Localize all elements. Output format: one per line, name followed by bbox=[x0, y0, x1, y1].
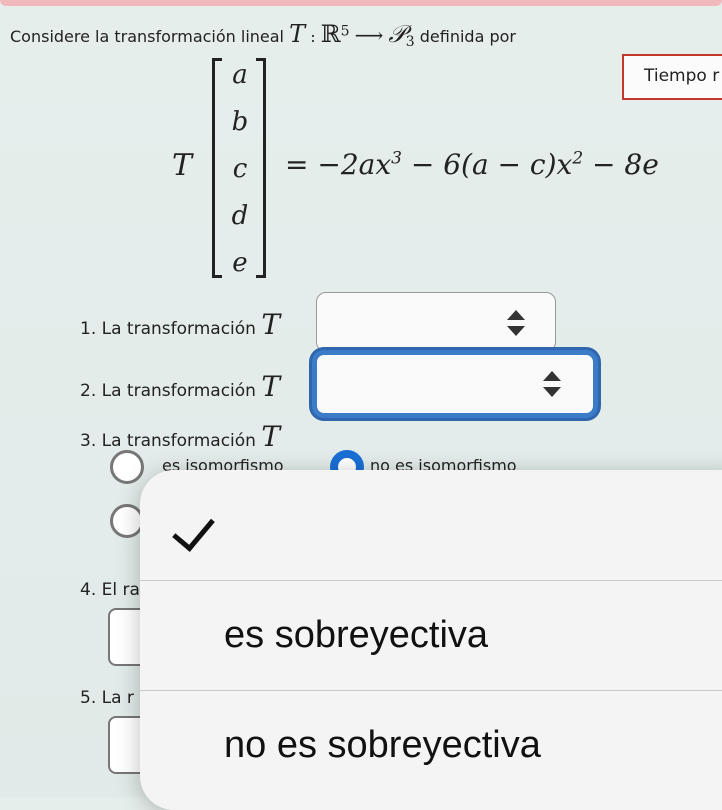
dropdown-menu: es sobreyectiva no es sobreyectiva bbox=[140, 470, 722, 810]
intro-domain-exp: 5 bbox=[340, 23, 350, 40]
matrix-entry-e: e bbox=[232, 248, 248, 278]
formula-part-3: − 8e bbox=[583, 148, 659, 181]
formula-part-2: − 6(a − c)x bbox=[401, 148, 573, 181]
radio-option[interactable] bbox=[110, 504, 144, 538]
question-5: 5. La r bbox=[80, 688, 134, 708]
matrix-T: T bbox=[172, 148, 193, 183]
question-3-number: 3. bbox=[80, 431, 97, 451]
question-4-text: El ra bbox=[101, 580, 140, 600]
question-5-text: La r bbox=[101, 688, 134, 708]
question-2-select[interactable] bbox=[312, 350, 598, 418]
matrix-entry-a: a bbox=[232, 60, 248, 90]
select-arrows-icon bbox=[507, 310, 525, 336]
intro-domain: ℝ bbox=[320, 20, 341, 48]
question-1-select[interactable] bbox=[316, 292, 556, 352]
question-2-number: 2. bbox=[80, 381, 97, 401]
problem-statement: Considere la transformación lineal T : ℝ… bbox=[10, 20, 516, 50]
formula-exp-2: 2 bbox=[572, 148, 584, 169]
formula-part-1: = −2ax bbox=[285, 148, 392, 181]
matrix-entry-c: c bbox=[232, 154, 248, 184]
matrix-entry-b: b bbox=[231, 107, 249, 137]
intro-suffix: definida por bbox=[419, 27, 516, 46]
question-4: 4. El ra bbox=[80, 580, 140, 600]
select-arrows-icon bbox=[543, 371, 561, 397]
timer-label: Tiempo r bbox=[644, 66, 720, 86]
menu-item-no-es-sobreyectiva-label: no es sobreyectiva bbox=[224, 724, 541, 766]
menu-item-es-sobreyectiva-label: es sobreyectiva bbox=[224, 614, 489, 656]
question-1-T: T bbox=[261, 308, 281, 341]
question-2-T: T bbox=[261, 370, 281, 403]
question-3-T: T bbox=[261, 420, 281, 453]
intro-T: T bbox=[289, 20, 306, 48]
top-stripe bbox=[0, 0, 722, 6]
intro-prefix: Considere la transformación lineal bbox=[10, 27, 284, 46]
matrix-right-bracket bbox=[256, 58, 266, 278]
checkmark-icon bbox=[172, 507, 215, 552]
question-4-number: 4. bbox=[80, 580, 97, 600]
menu-item-es-sobreyectiva[interactable]: es sobreyectiva bbox=[140, 580, 722, 690]
question-2: 2. La transformación T bbox=[80, 370, 280, 403]
intro-codomain: 𝒫 bbox=[388, 20, 406, 48]
radio-es-isomorfismo[interactable] bbox=[110, 450, 144, 484]
question-1: 1. La transformación T bbox=[80, 308, 280, 341]
intro-codomain-sub: 3 bbox=[405, 34, 415, 51]
timer-button[interactable]: Tiempo r bbox=[622, 54, 722, 100]
intro-colon: : bbox=[310, 27, 316, 46]
menu-item-blank[interactable] bbox=[140, 470, 722, 580]
question-3: 3. La transformación T bbox=[80, 420, 280, 453]
transformation-formula: = −2ax3 − 6(a − c)x2 − 8e bbox=[285, 148, 659, 181]
menu-item-no-es-sobreyectiva[interactable]: no es sobreyectiva bbox=[140, 690, 722, 800]
matrix-left-bracket bbox=[212, 58, 222, 278]
formula-exp-1: 3 bbox=[391, 148, 402, 169]
question-1-number: 1. bbox=[80, 319, 97, 339]
question-2-text: La transformación bbox=[101, 381, 256, 401]
question-5-number: 5. bbox=[80, 688, 97, 708]
question-3-text: La transformación bbox=[101, 431, 256, 451]
matrix-entry-d: d bbox=[231, 201, 249, 231]
intro-arrow: ⟶ bbox=[354, 23, 384, 47]
question-1-text: La transformación bbox=[101, 319, 256, 339]
